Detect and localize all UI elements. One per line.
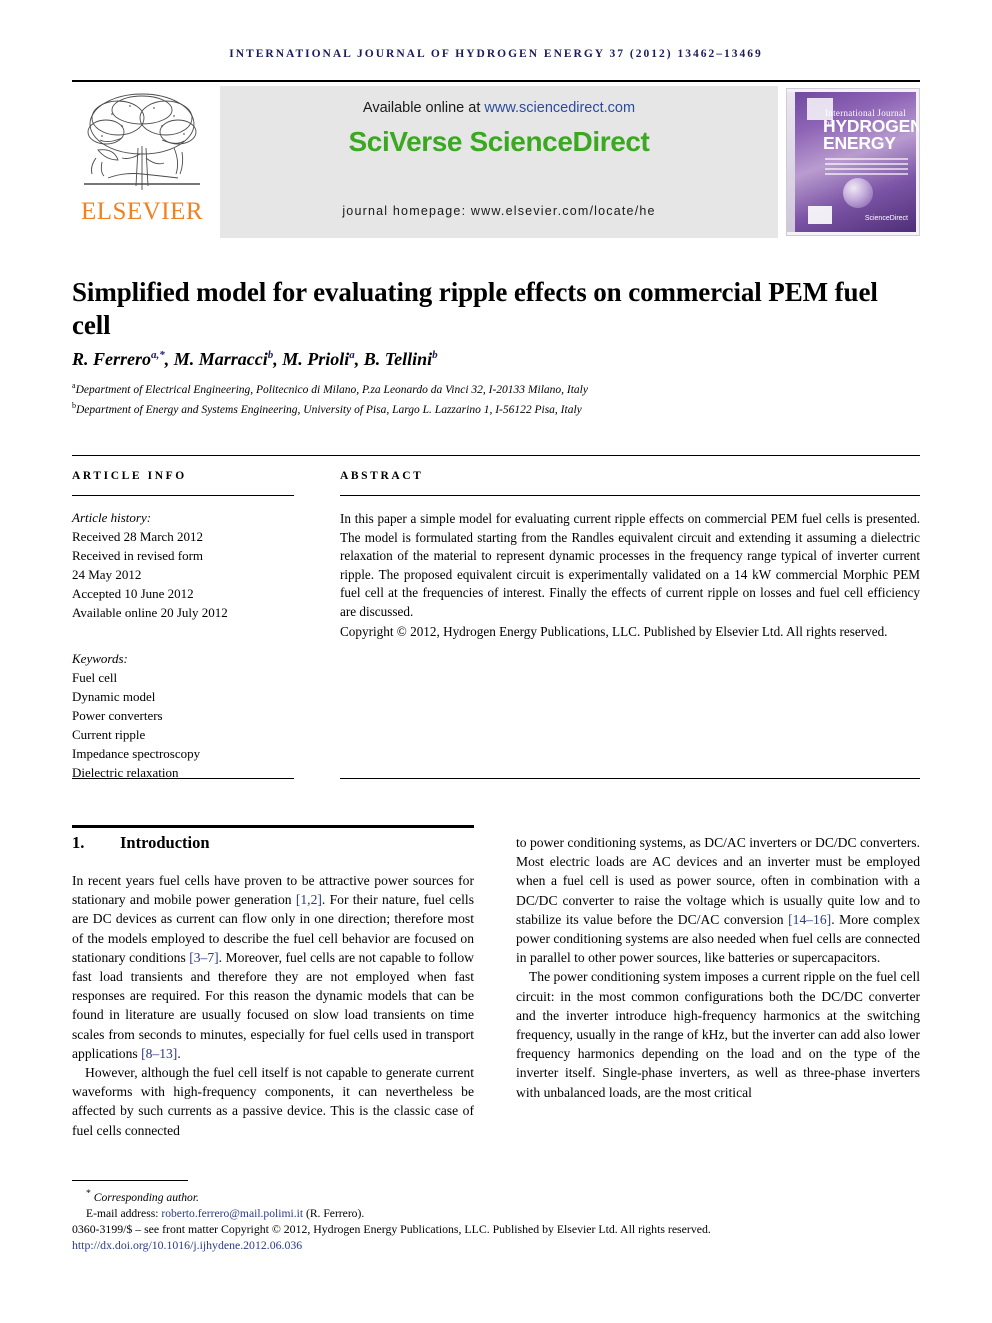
paper-page: International Journal of Hydrogen Energy… — [0, 0, 992, 1323]
intro-p1-part-c: . Moreover, fuel cells are not capable t… — [72, 949, 474, 1061]
body-column-right: to power conditioning systems, as DC/AC … — [516, 833, 920, 1102]
article-info-heading: ARTICLE INFO — [72, 470, 187, 482]
abstract-column: ABSTRACT In this paper a simple model fo… — [340, 470, 920, 641]
issn-copyright-line: 0360-3199/$ – see front matter Copyright… — [72, 1222, 711, 1236]
intro-paragraph-2: However, although the fuel cell itself i… — [72, 1065, 474, 1138]
info-block-top-rule — [72, 455, 920, 456]
abstract-copyright: Copyright © 2012, Hydrogen Energy Public… — [340, 623, 888, 639]
keyword-item: Dielectric relaxation — [72, 765, 179, 780]
info-block-bottom-rule-right — [340, 778, 920, 779]
sciencedirect-band: Available online at www.sciencedirect.co… — [220, 86, 778, 238]
history-accepted: Accepted 10 June 2012 — [72, 586, 194, 601]
journal-homepage-line: journal homepage: www.elsevier.com/locat… — [342, 204, 656, 218]
journal-cover-thumbnail: International Journal of HYDROGEN ENERGY… — [786, 88, 920, 236]
keyword-item: Current ripple — [72, 727, 146, 742]
keyword-item: Dynamic model — [72, 689, 156, 704]
affiliation-a-text: Department of Electrical Engineering, Po… — [75, 383, 588, 396]
doi-line: http://dx.doi.org/10.1016/j.ijhydene.201… — [72, 1237, 920, 1253]
available-online-prefix: Available online at — [362, 100, 485, 116]
sciencedirect-url-link[interactable]: www.sciencedirect.com — [484, 100, 635, 116]
masthead: ELSEVIER Available online at www.science… — [72, 86, 920, 238]
footnote-rule — [72, 1180, 188, 1181]
intro-paragraph-3: to power conditioning systems, as DC/AC … — [516, 833, 920, 967]
author-list: R. Ferreroa,*, M. Marraccib, M. Priolia,… — [72, 349, 438, 369]
corresponding-author-label: Corresponding author. — [93, 1190, 199, 1204]
section-heading: 1. Introduction — [72, 833, 474, 853]
body-column-left: 1. Introduction In recent years fuel cell… — [72, 833, 474, 1140]
abstract-text: In this paper a simple model for evaluat… — [340, 511, 920, 619]
citation-link-14-16[interactable]: [14–16] — [788, 912, 831, 927]
author-email-link[interactable]: roberto.ferrero@mail.polimi.it — [161, 1207, 303, 1220]
cover-editor-lines — [825, 158, 908, 178]
email-note: E-mail address: roberto.ferrero@mail.pol… — [72, 1206, 920, 1222]
header-rule — [72, 80, 920, 82]
cover-main-title: HYDROGEN ENERGY — [823, 117, 919, 153]
corresponding-marker: * — [86, 1188, 91, 1199]
section-title: Introduction — [120, 833, 210, 852]
cover-ihe-badge-icon — [808, 206, 832, 224]
abstract-heading: ABSTRACT — [340, 470, 424, 482]
affiliation-b-text: Department of Energy and Systems Enginee… — [76, 404, 582, 417]
intro-paragraph-1: In recent years fuel cells have proven t… — [72, 871, 474, 1063]
abstract-rule — [340, 495, 920, 496]
section-number: 1. — [72, 833, 85, 852]
affiliations: aDepartment of Electrical Engineering, P… — [72, 378, 920, 419]
page-title: Simplified model for evaluating ripple e… — [72, 277, 878, 341]
affiliation-b: bDepartment of Energy and Systems Engine… — [72, 401, 582, 417]
email-label: E-mail address: — [86, 1206, 162, 1220]
keyword-item: Fuel cell — [72, 670, 118, 685]
info-block-bottom-rule-left — [72, 778, 294, 779]
cover-title-line2: ENERGY — [823, 133, 896, 153]
corresponding-author-note: * Corresponding author. — [72, 1186, 920, 1206]
cover-artwork: International Journal of HYDROGEN ENERGY… — [795, 92, 919, 232]
intro-paragraph-4: The power conditioning system imposes a … — [516, 969, 920, 1100]
history-received: Received 28 March 2012 — [72, 529, 204, 544]
doi-link[interactable]: http://dx.doi.org/10.1016/j.ijhydene.201… — [72, 1238, 302, 1252]
article-info-rule — [72, 495, 294, 496]
running-head-text: International Journal of Hydrogen Energy… — [229, 48, 763, 60]
footnote-block: * Corresponding author. E-mail address: … — [72, 1186, 920, 1222]
history-revised-date: 24 May 2012 — [72, 567, 142, 582]
email-suffix: (R. Ferrero). — [303, 1206, 365, 1220]
article-history: Article history: Received 28 March 2012 … — [72, 508, 294, 622]
citation-link-1-2[interactable]: [1,2] — [296, 892, 322, 907]
keyword-item: Power converters — [72, 708, 163, 723]
affiliation-a: aDepartment of Electrical Engineering, P… — [72, 381, 588, 396]
running-head: International Journal of Hydrogen Energy… — [72, 44, 920, 62]
history-revised-label: Received in revised form — [72, 548, 204, 563]
keyword-item: Impedance spectroscopy — [72, 746, 201, 761]
history-available-online: Available online 20 July 2012 — [72, 605, 228, 620]
article-history-label: Article history: — [72, 510, 152, 525]
elsevier-tree-icon — [84, 93, 200, 190]
citation-link-8-13[interactable]: [8–13] — [141, 1046, 177, 1061]
elsevier-wordmark: ELSEVIER — [80, 198, 204, 225]
keywords-block: Keywords: Fuel cell Dynamic model Power … — [72, 649, 294, 782]
citation-link-3-7[interactable]: [3–7] — [189, 950, 218, 965]
intro-p1-part-d: . — [177, 1045, 181, 1061]
available-online-line: Available online at www.sciencedirect.co… — [220, 100, 778, 116]
keywords-label: Keywords: — [72, 651, 128, 666]
cover-orb-graphic — [843, 178, 873, 208]
cover-sciencedirect-mark: ScienceDirect — [864, 215, 908, 222]
sciverse-sciencedirect-logo: SciVerse ScienceDirect — [348, 126, 650, 157]
article-info-column: ARTICLE INFO Article history: Received 2… — [72, 470, 294, 782]
elsevier-logo: ELSEVIER — [72, 86, 212, 238]
section-rule — [72, 825, 474, 828]
